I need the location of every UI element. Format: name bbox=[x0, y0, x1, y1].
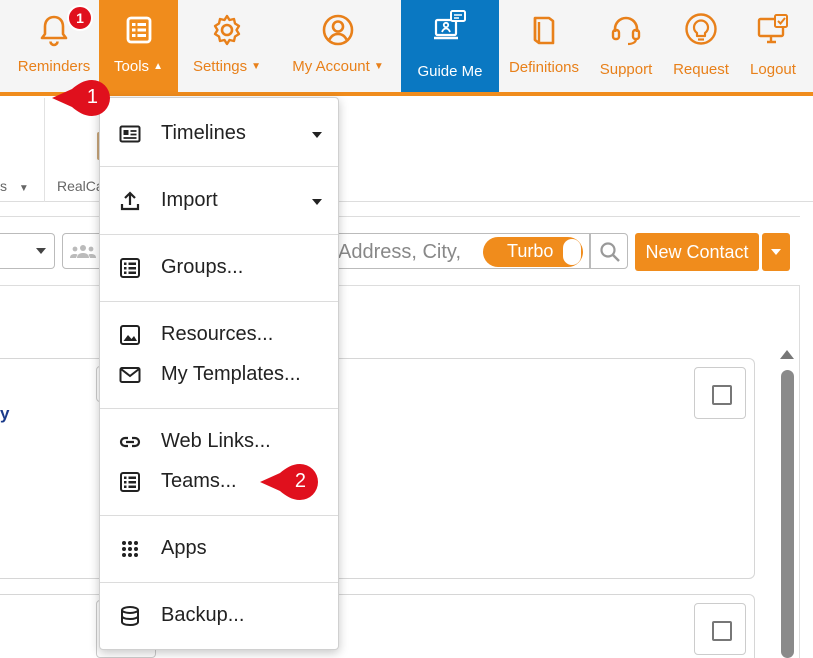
contact-select-checkbox[interactable] bbox=[694, 603, 746, 655]
ribbon-group-label-realcal: RealCa bbox=[57, 178, 104, 194]
submenu-caret-icon bbox=[312, 199, 322, 205]
menu-item-apps[interactable]: Apps bbox=[100, 532, 338, 566]
new-contact-dropdown-button[interactable] bbox=[762, 233, 790, 271]
menu-item-web-links[interactable]: Web Links... bbox=[100, 425, 338, 459]
list-icon bbox=[120, 472, 140, 492]
menu-item-label: Backup... bbox=[161, 604, 245, 626]
tools-list-icon bbox=[126, 16, 151, 44]
search-button[interactable] bbox=[590, 233, 628, 269]
nav-guide-me[interactable]: Guide Me bbox=[401, 0, 499, 92]
ribbon-group-label-left: s bbox=[0, 178, 7, 194]
menu-item-label: Web Links... bbox=[161, 430, 271, 452]
step-callout-2: 2 bbox=[258, 462, 320, 502]
nav-settings-label: Settings bbox=[192, 58, 248, 75]
filter-select[interactable] bbox=[0, 233, 55, 269]
envelope-icon bbox=[119, 367, 141, 383]
upload-icon bbox=[120, 191, 140, 211]
nav-logout[interactable]: Logout bbox=[742, 0, 804, 92]
callout-number: 2 bbox=[294, 470, 306, 492]
nav-my-account-label: My Account bbox=[292, 58, 370, 75]
menu-divider bbox=[100, 408, 338, 409]
caret-up-icon: ▲ bbox=[153, 61, 163, 72]
user-circle-icon bbox=[322, 14, 354, 46]
menu-item-label: Import bbox=[161, 189, 218, 211]
menu-item-my-templates[interactable]: My Templates... bbox=[100, 358, 338, 392]
nav-logout-label: Logout bbox=[750, 61, 796, 78]
scrollbar-thumb[interactable] bbox=[781, 370, 794, 658]
menu-item-resources[interactable]: Resources... bbox=[100, 318, 338, 352]
search-icon bbox=[600, 242, 620, 262]
timeline-icon bbox=[119, 125, 141, 143]
reminders-count-badge: 1 bbox=[67, 5, 93, 31]
menu-item-backup[interactable]: Backup... bbox=[100, 599, 338, 633]
turbo-toggle-knob bbox=[563, 239, 581, 265]
tools-dropdown-menu: Timelines Import Groups... Resources... bbox=[99, 97, 339, 650]
image-icon bbox=[120, 325, 140, 345]
menu-item-label: Groups... bbox=[161, 256, 244, 278]
menu-item-label: Resources... bbox=[161, 323, 274, 345]
menu-item-label: Apps bbox=[161, 537, 207, 559]
menu-divider bbox=[100, 582, 338, 583]
caret-down-icon: ▼ bbox=[251, 61, 262, 72]
menu-divider bbox=[100, 515, 338, 516]
callout-number: 1 bbox=[86, 86, 98, 108]
contact-select-checkbox[interactable] bbox=[694, 367, 746, 419]
submenu-caret-icon bbox=[312, 132, 322, 138]
search-placeholder: Address, City, bbox=[338, 241, 461, 263]
menu-item-groups[interactable]: Groups... bbox=[100, 251, 338, 285]
turbo-toggle[interactable]: Turbo bbox=[483, 237, 583, 267]
nav-guide-me-label: Guide Me bbox=[417, 63, 483, 80]
ribbon-separator bbox=[44, 98, 45, 202]
nav-definitions[interactable]: Definitions bbox=[503, 0, 585, 92]
nav-request[interactable]: Request bbox=[666, 0, 736, 92]
nav-tools-label: Tools bbox=[114, 58, 150, 75]
nav-request-label: Request bbox=[673, 61, 729, 78]
book-icon bbox=[533, 16, 555, 45]
monitor-logout-icon bbox=[757, 14, 788, 44]
menu-divider bbox=[100, 301, 338, 302]
callout-pin-icon bbox=[260, 464, 318, 500]
menu-item-label: Teams... bbox=[161, 470, 237, 492]
new-contact-button[interactable]: New Contact bbox=[635, 233, 759, 271]
nav-settings[interactable]: Settings ▼ bbox=[180, 0, 274, 92]
menu-item-label: My Templates... bbox=[161, 363, 301, 385]
people-icon bbox=[70, 245, 96, 258]
menu-divider bbox=[100, 234, 338, 235]
grid-dots-icon bbox=[122, 541, 138, 557]
step-callout-1: 1 bbox=[50, 78, 112, 118]
nav-definitions-label: Definitions bbox=[508, 59, 580, 76]
lightbulb-icon bbox=[685, 13, 717, 45]
database-icon bbox=[121, 606, 139, 627]
nav-my-account[interactable]: My Account ▼ bbox=[278, 0, 398, 92]
top-navigation-bar: Reminders 1 Tools ▲ Settings ▼ My Account ▼ bbox=[0, 0, 813, 92]
contact-name-fragment[interactable]: y bbox=[0, 404, 9, 424]
nav-support-label: Support bbox=[599, 61, 653, 78]
nav-support[interactable]: Support bbox=[592, 0, 660, 92]
caret-down-icon: ▼ bbox=[373, 61, 384, 72]
headset-icon bbox=[611, 16, 641, 46]
menu-item-label: Timelines bbox=[161, 122, 246, 144]
scroll-up-arrow[interactable] bbox=[780, 350, 794, 359]
callout-pin-icon bbox=[52, 80, 110, 116]
turbo-label: Turbo bbox=[507, 241, 554, 261]
guide-monitor-icon bbox=[434, 10, 466, 40]
menu-item-import[interactable]: Import bbox=[100, 184, 338, 218]
ribbon-dropdown-icon[interactable]: ▼ bbox=[19, 183, 29, 194]
menu-item-timelines[interactable]: Timelines bbox=[100, 117, 338, 151]
nav-reminders-label: Reminders bbox=[17, 58, 91, 75]
link-icon bbox=[119, 436, 141, 448]
gear-icon bbox=[213, 14, 241, 46]
list-icon bbox=[120, 258, 140, 278]
menu-divider bbox=[100, 166, 338, 167]
